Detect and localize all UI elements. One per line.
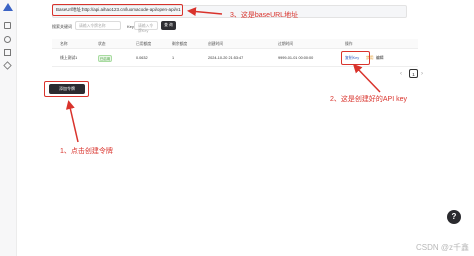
next-page-button[interactable]: › (421, 71, 423, 77)
create-token-highlight (44, 81, 89, 97)
search-name-input[interactable]: 请输入令牌名称 (75, 21, 121, 30)
token-used: 0.0632 (136, 56, 148, 60)
annotation-step2: 2、这是创建好的API key (330, 96, 408, 103)
status-badge: 已启用 (98, 55, 112, 62)
api-key-highlight (341, 51, 370, 65)
row-divider (52, 66, 418, 67)
token-expires: 9999-01-01 00:00:00 (278, 56, 314, 60)
col-actions: 操作 (345, 42, 353, 46)
col-remaining: 剩余额度 (172, 42, 188, 46)
annotation-step3: 3、这是baseURL地址 (230, 12, 299, 19)
col-name: 名称 (60, 42, 68, 46)
search-name-label: 搜索关键词 (52, 24, 72, 29)
search-key-input[interactable]: 请输入令牌Key (134, 21, 158, 33)
chat-icon[interactable] (4, 22, 11, 29)
arrow-create-token (65, 100, 79, 143)
token-created: 2024-10-20 21:53:47 (208, 56, 244, 60)
compass-icon[interactable] (4, 36, 11, 43)
search-key-label: Key (127, 24, 134, 29)
prev-page-button[interactable]: ‹ (400, 71, 402, 77)
table-header (52, 39, 418, 48)
header-divider (52, 48, 418, 49)
col-expires: 过期时间 (278, 42, 294, 46)
col-created: 创建时间 (208, 42, 224, 46)
cube-icon[interactable] (3, 61, 12, 70)
sidebar (0, 0, 17, 256)
edit-button[interactable]: 编辑 (376, 56, 384, 61)
watermark: CSDN @z千鑫 (416, 243, 470, 252)
base-url-highlight (52, 4, 183, 16)
arrow-api-key (352, 63, 381, 93)
token-remaining: 1 (172, 56, 175, 60)
page-number[interactable]: 1 (409, 69, 418, 78)
annotation-step1: 1、点击创建令牌 (60, 148, 113, 155)
list-icon[interactable] (4, 49, 11, 56)
search-button[interactable]: 查 询 (161, 21, 176, 30)
logo-icon[interactable] (3, 3, 13, 11)
token-name: 线上测试1 (60, 56, 78, 60)
col-used: 已用额度 (136, 42, 152, 46)
col-status: 状态 (98, 42, 106, 46)
help-icon[interactable]: ? (447, 210, 461, 224)
